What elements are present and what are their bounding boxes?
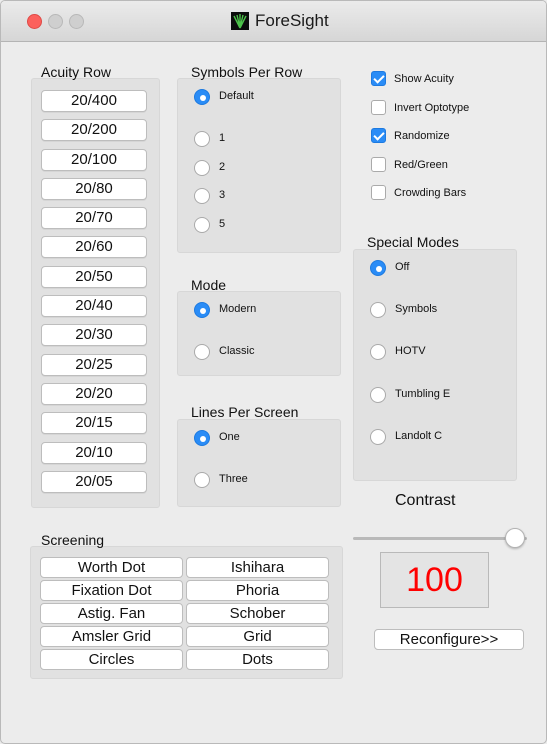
lines-per-screen-label: Lines Per Screen bbox=[191, 404, 299, 420]
lines-three-label: Three bbox=[219, 473, 248, 485]
schober-button[interactable]: Schober bbox=[186, 603, 329, 624]
special-hotv-label: HOTV bbox=[395, 345, 426, 357]
acuity-button-20-30[interactable]: 20/30 bbox=[41, 324, 147, 346]
show-acuity-label: Show Acuity bbox=[394, 73, 454, 85]
window-title: ForeSight bbox=[255, 11, 329, 30]
red-green-checkbox[interactable] bbox=[371, 157, 386, 172]
special-symbols-radio[interactable] bbox=[370, 302, 386, 318]
lines-three-radio[interactable] bbox=[194, 472, 210, 488]
mode-label: Mode bbox=[191, 277, 227, 293]
symbols-5-radio[interactable] bbox=[194, 217, 210, 233]
circles-button[interactable]: Circles bbox=[40, 649, 183, 670]
grid-button[interactable]: Grid bbox=[186, 626, 329, 647]
special-modes-label: Special Modes bbox=[367, 234, 459, 250]
acuity-button-20-15[interactable]: 20/15 bbox=[41, 412, 147, 434]
contrast-slider-track[interactable] bbox=[353, 537, 527, 540]
app-icon bbox=[231, 12, 249, 30]
window-title-group: ForeSight bbox=[231, 10, 329, 32]
acuity-button-20-20[interactable]: 20/20 bbox=[41, 383, 147, 405]
screening-label: Screening bbox=[41, 532, 105, 548]
zoom-window-button[interactable] bbox=[69, 14, 84, 29]
dots-button[interactable]: Dots bbox=[186, 649, 329, 670]
randomize-label: Randomize bbox=[394, 130, 450, 142]
crowding-bars-checkbox[interactable] bbox=[371, 185, 386, 200]
red-green-label: Red/Green bbox=[394, 159, 448, 171]
symbols-2-radio[interactable] bbox=[194, 160, 210, 176]
symbols-3-radio[interactable] bbox=[194, 188, 210, 204]
symbols-3-label: 3 bbox=[219, 189, 226, 201]
acuity-button-20-100[interactable]: 20/100 bbox=[41, 149, 147, 171]
lines-one-label: One bbox=[219, 431, 240, 443]
mode-classic-label: Classic bbox=[219, 345, 255, 357]
minimize-window-button[interactable] bbox=[48, 14, 63, 29]
symbols-2-label: 2 bbox=[219, 161, 226, 173]
symbols-5-label: 5 bbox=[219, 218, 226, 230]
reconfigure-button[interactable]: Reconfigure>> bbox=[374, 629, 524, 650]
acuity-button-20-200[interactable]: 20/200 bbox=[41, 119, 147, 141]
symbols-per-row-label: Symbols Per Row bbox=[191, 64, 303, 80]
astig-fan-button[interactable]: Astig. Fan bbox=[40, 603, 183, 624]
special-landolt-c-radio[interactable] bbox=[370, 429, 386, 445]
foresight-window: ForeSight Acuity Row 20/400 20/200 20/10… bbox=[0, 0, 547, 744]
title-bar: ForeSight bbox=[1, 1, 546, 42]
special-off-radio[interactable] bbox=[370, 260, 386, 276]
special-symbols-label: Symbols bbox=[395, 303, 438, 315]
special-tumbling-e-label: Tumbling E bbox=[395, 388, 451, 400]
acuity-button-20-60[interactable]: 20/60 bbox=[41, 236, 147, 258]
special-landolt-c-label: Landolt C bbox=[395, 430, 443, 442]
contrast-slider-thumb[interactable] bbox=[505, 528, 525, 548]
invert-optotype-checkbox[interactable] bbox=[371, 100, 386, 115]
contrast-label: Contrast bbox=[395, 492, 456, 509]
symbols-default-label: Default bbox=[219, 90, 254, 102]
acuity-button-20-40[interactable]: 20/40 bbox=[41, 295, 147, 317]
special-modes-group bbox=[353, 249, 517, 481]
show-acuity-checkbox[interactable] bbox=[371, 71, 386, 86]
acuity-button-20-80[interactable]: 20/80 bbox=[41, 178, 147, 200]
acuity-button-20-10[interactable]: 20/10 bbox=[41, 442, 147, 464]
fixation-dot-button[interactable]: Fixation Dot bbox=[40, 580, 183, 601]
acuity-button-20-05[interactable]: 20/05 bbox=[41, 471, 147, 493]
special-tumbling-e-radio[interactable] bbox=[370, 387, 386, 403]
mode-modern-label: Modern bbox=[219, 303, 257, 315]
crowding-bars-label: Crowding Bars bbox=[394, 187, 467, 199]
ishihara-button[interactable]: Ishihara bbox=[186, 557, 329, 578]
acuity-button-20-25[interactable]: 20/25 bbox=[41, 354, 147, 376]
symbols-default-radio[interactable] bbox=[194, 89, 210, 105]
acuity-row-label: Acuity Row bbox=[41, 64, 112, 80]
special-hotv-radio[interactable] bbox=[370, 344, 386, 360]
amsler-grid-button[interactable]: Amsler Grid bbox=[40, 626, 183, 647]
acuity-button-20-50[interactable]: 20/50 bbox=[41, 266, 147, 288]
close-window-button[interactable] bbox=[27, 14, 42, 29]
contrast-value-display: 100 bbox=[380, 552, 489, 608]
special-off-label: Off bbox=[395, 261, 410, 273]
symbols-1-label: 1 bbox=[219, 132, 226, 144]
invert-optotype-label: Invert Optotype bbox=[394, 102, 470, 114]
randomize-checkbox[interactable] bbox=[371, 128, 386, 143]
worth-dot-button[interactable]: Worth Dot bbox=[40, 557, 183, 578]
mode-modern-radio[interactable] bbox=[194, 302, 210, 318]
mode-classic-radio[interactable] bbox=[194, 344, 210, 360]
phoria-button[interactable]: Phoria bbox=[186, 580, 329, 601]
acuity-button-20-400[interactable]: 20/400 bbox=[41, 90, 147, 112]
symbols-1-radio[interactable] bbox=[194, 131, 210, 147]
lines-one-radio[interactable] bbox=[194, 430, 210, 446]
acuity-button-20-70[interactable]: 20/70 bbox=[41, 207, 147, 229]
